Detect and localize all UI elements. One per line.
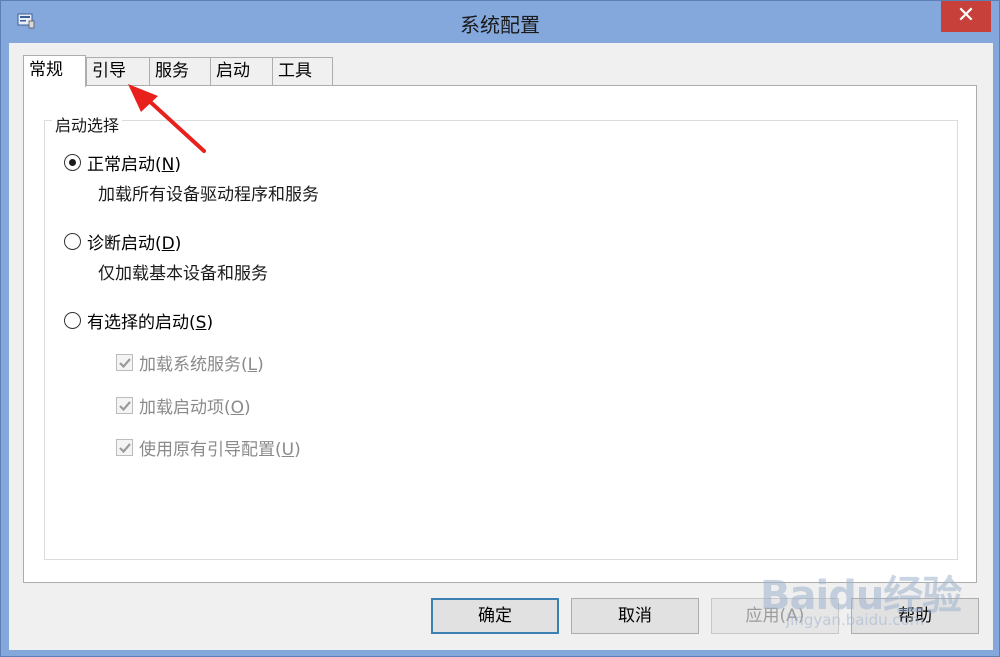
normal-startup-label: 正常启动(N) (87, 150, 181, 175)
option-hotkey: L (247, 355, 258, 375)
tab-boot[interactable]: 引导 (86, 57, 150, 85)
diagnostic-startup-text: 诊断启动( (87, 234, 162, 254)
tab-services[interactable]: 服务 (149, 57, 211, 85)
load-startup-items-checkbox[interactable]: 加载启动项(O) (116, 393, 251, 418)
use-original-boot-config-checkbox[interactable]: 使用原有引导配置(U) (116, 435, 301, 460)
option-text: 加载系统服务( (139, 355, 248, 375)
normal-startup-radio[interactable]: 正常启动(N) (64, 150, 181, 175)
diagnostic-startup-suffix: ) (174, 234, 182, 254)
selective-startup-label: 有选择的启动(S) (87, 308, 213, 333)
title-bar[interactable]: 系统配置 ✕ (1, 1, 999, 43)
tab-general[interactable]: 常规 (23, 55, 86, 87)
option-text: 加载启动项( (139, 398, 231, 418)
dialog-client-area: 常规 引导 服务 启动 工具 启动选择 正常启动(N) 加载所有设备驱动程序和服… (9, 43, 993, 650)
option-suffix: ) (257, 355, 264, 375)
normal-startup-text: 正常启动( (87, 155, 162, 175)
tab-services-label: 服务 (155, 61, 189, 81)
normal-startup-hotkey: N (161, 155, 175, 175)
help-button[interactable]: 帮助 (851, 598, 979, 634)
normal-startup-suffix: ) (174, 155, 181, 175)
system-config-window: 系统配置 ✕ 常规 引导 服务 启动 工具 启动选择 正常启动(N) 加载所有设… (0, 0, 1000, 657)
radio-selected-icon[interactable] (64, 154, 81, 171)
diagnostic-startup-radio[interactable]: 诊断启动(D) (64, 229, 181, 254)
checkmark-icon[interactable] (116, 439, 133, 456)
window-title: 系统配置 (460, 13, 540, 37)
option-suffix: ) (244, 398, 251, 418)
load-system-services-label: 加载系统服务(L) (139, 350, 264, 375)
radio-unselected-icon[interactable] (64, 312, 81, 329)
ok-button[interactable]: 确定 (431, 598, 559, 634)
tab-boot-label: 引导 (92, 61, 126, 81)
startup-selection-label: 启动选择 (52, 112, 123, 136)
tab-startup-label: 启动 (216, 61, 250, 81)
tab-startup[interactable]: 启动 (210, 57, 273, 85)
selective-startup-radio[interactable]: 有选择的启动(S) (64, 308, 213, 333)
checkmark-icon[interactable] (116, 354, 133, 371)
option-suffix: ) (294, 440, 301, 460)
option-text: 使用原有引导配置( (139, 440, 282, 460)
normal-startup-description: 加载所有设备驱动程序和服务 (98, 185, 319, 205)
load-startup-items-label: 加载启动项(O) (139, 393, 251, 418)
diagnostic-startup-hotkey: D (161, 234, 175, 254)
radio-unselected-icon[interactable] (64, 233, 81, 250)
option-hotkey: O (230, 398, 245, 418)
diagnostic-startup-label: 诊断启动(D) (87, 229, 181, 254)
load-system-services-checkbox[interactable]: 加载系统服务(L) (116, 350, 264, 375)
tab-general-label: 常规 (29, 60, 63, 80)
selective-startup-hotkey: S (195, 313, 207, 333)
cancel-button[interactable]: 取消 (571, 598, 699, 634)
tab-tools[interactable]: 工具 (272, 57, 333, 85)
checkmark-icon[interactable] (116, 397, 133, 414)
close-icon: ✕ (956, 3, 976, 28)
selective-startup-text: 有选择的启动( (87, 313, 196, 333)
option-hotkey: U (281, 440, 295, 460)
diagnostic-startup-description: 仅加载基本设备和服务 (98, 264, 268, 284)
apply-button[interactable]: 应用(A) (711, 598, 839, 634)
tab-tools-label: 工具 (278, 61, 312, 81)
selective-startup-suffix: ) (206, 313, 214, 333)
general-tab-panel: 启动选择 正常启动(N) 加载所有设备驱动程序和服务 诊断启动(D) 仅加载基本… (23, 85, 977, 583)
use-original-boot-config-label: 使用原有引导配置(U) (139, 435, 301, 460)
close-button[interactable]: ✕ (941, 1, 991, 32)
